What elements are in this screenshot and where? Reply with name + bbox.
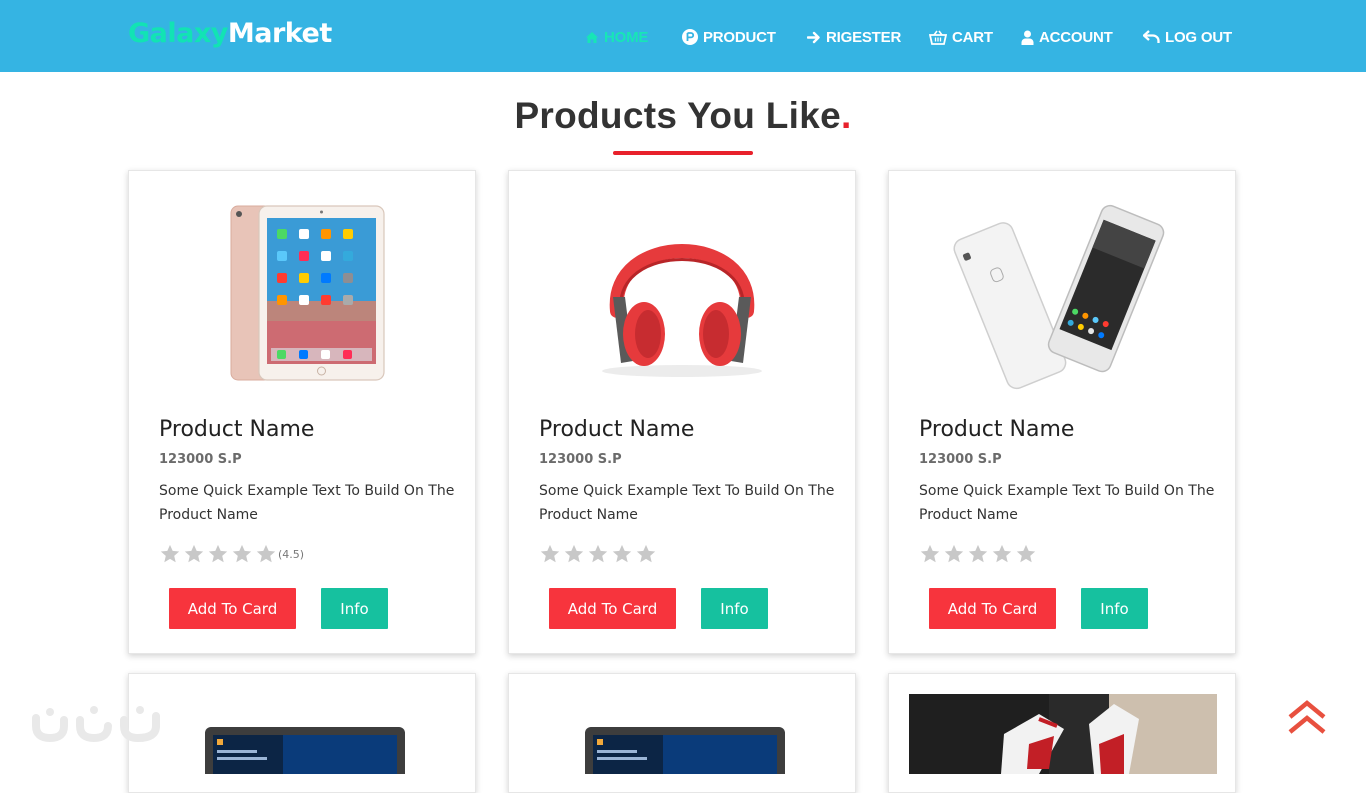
nav-cart-label: CART — [952, 28, 993, 46]
arrow-right-icon — [807, 31, 820, 43]
product-description: Some Quick Example Text To Build On The … — [919, 483, 1215, 523]
star-icon[interactable] — [991, 543, 1013, 565]
star-icon[interactable] — [635, 543, 657, 565]
star-icon[interactable] — [231, 543, 253, 565]
page-title-dot: . — [840, 95, 852, 136]
star-icon[interactable] — [943, 543, 965, 565]
product-description: Some Quick Example Text To Build On The … — [159, 483, 455, 523]
brand-part-2: Market — [227, 18, 332, 49]
product-card — [888, 673, 1236, 793]
star-icon[interactable] — [563, 543, 585, 565]
shopping-basket-icon — [929, 30, 947, 45]
product-card — [128, 673, 476, 793]
watermark-logo-graphic — [32, 706, 160, 742]
star-icon[interactable] — [967, 543, 989, 565]
product-name: Product Name — [539, 417, 695, 442]
info-button[interactable]: Info — [701, 588, 768, 629]
user-icon — [1021, 30, 1034, 45]
product-card: Product Name 123000 S.P Some Quick Examp… — [888, 170, 1236, 654]
product-card: Product Name 123000 S.P Some Quick Examp… — [128, 170, 476, 654]
laptop-icon — [205, 727, 405, 774]
nav-logout[interactable]: LOG OUT — [1143, 27, 1232, 47]
star-icon[interactable] — [183, 543, 205, 565]
info-button[interactable]: Info — [321, 588, 388, 629]
star-icon[interactable] — [255, 543, 277, 565]
add-to-cart-button[interactable]: Add To Card — [929, 588, 1056, 629]
add-to-cart-button[interactable]: Add To Card — [549, 588, 676, 629]
star-icon[interactable] — [539, 543, 561, 565]
product-card: Product Name 123000 S.P Some Quick Examp… — [508, 170, 856, 654]
star-icon[interactable] — [1015, 543, 1037, 565]
title-underline — [613, 151, 753, 155]
sneaker-photo — [909, 694, 1217, 774]
nav-account-label: ACCOUNT — [1039, 28, 1113, 46]
info-button[interactable]: Info — [1081, 588, 1148, 629]
ipad-icon — [230, 205, 385, 381]
star-icon[interactable] — [587, 543, 609, 565]
product-price: 123000 S.P — [919, 452, 1002, 467]
rating-count: (4.5) — [278, 547, 305, 561]
product-card — [508, 673, 856, 793]
nav-register[interactable]: RIGESTER — [807, 27, 901, 47]
page-title-text: Products You Like — [514, 95, 841, 136]
product-rating: (4.5) — [159, 543, 304, 565]
product-rating — [539, 543, 658, 565]
product-hunt-icon — [682, 29, 698, 45]
nav-logout-label: LOG OUT — [1165, 28, 1232, 46]
nav-home-label: HOME — [604, 28, 649, 46]
star-icon[interactable] — [207, 543, 229, 565]
brand-part-1: Galaxy — [128, 18, 228, 49]
nav-home[interactable]: HOME — [585, 27, 648, 47]
top-navbar: GalaxyMarket HOME PRODUCT RIGESTER CART … — [0, 0, 1366, 72]
nav-account[interactable]: ACCOUNT — [1021, 27, 1113, 47]
star-icon[interactable] — [611, 543, 633, 565]
double-chevron-up-icon — [1288, 700, 1326, 734]
home-icon — [586, 31, 598, 43]
nav-cart[interactable]: CART — [929, 27, 993, 47]
headphones-icon — [602, 244, 762, 377]
scroll-to-top-button[interactable] — [1287, 700, 1327, 740]
brand-logo[interactable]: GalaxyMarket — [128, 18, 332, 49]
nav-register-label: RIGESTER — [826, 28, 902, 46]
product-rating — [919, 543, 1038, 565]
watermark-logo — [28, 700, 168, 754]
star-icon[interactable] — [919, 543, 941, 565]
product-description: Some Quick Example Text To Build On The … — [539, 483, 835, 523]
nav-product[interactable]: PRODUCT — [682, 27, 776, 47]
add-to-cart-button[interactable]: Add To Card — [169, 588, 296, 629]
page-title: Products You Like. — [0, 95, 1366, 137]
smartphone-icon — [953, 204, 1165, 390]
product-price: 123000 S.P — [539, 452, 622, 467]
star-icon[interactable] — [159, 543, 181, 565]
product-price: 123000 S.P — [159, 452, 242, 467]
product-name: Product Name — [919, 417, 1075, 442]
product-name: Product Name — [159, 417, 315, 442]
nav-product-label: PRODUCT — [703, 28, 776, 46]
reply-icon — [1143, 30, 1160, 43]
laptop-icon — [585, 727, 785, 774]
